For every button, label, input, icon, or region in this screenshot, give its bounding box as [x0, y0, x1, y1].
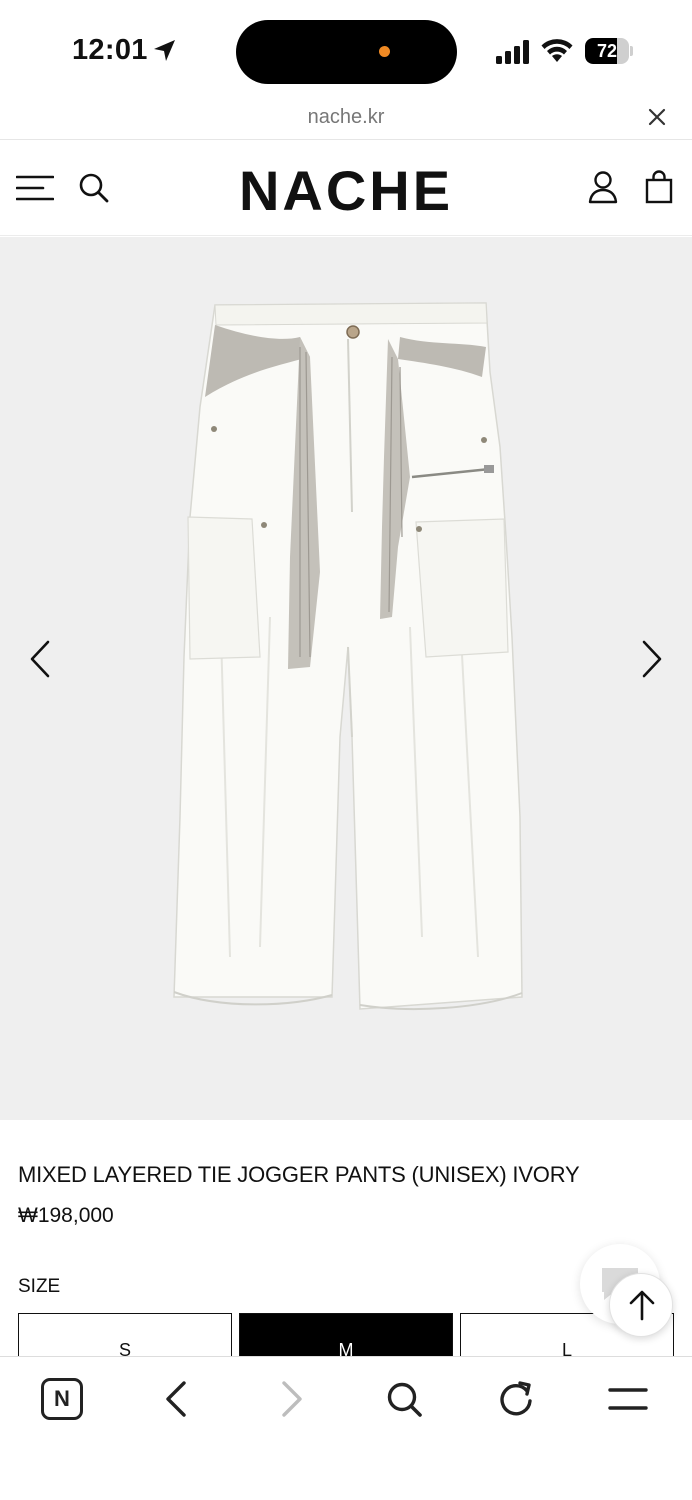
forward-icon[interactable] [270, 1377, 310, 1421]
scroll-to-top-button[interactable] [609, 1273, 673, 1337]
search-icon[interactable] [384, 1377, 424, 1421]
bag-icon[interactable] [645, 170, 673, 204]
back-icon[interactable] [158, 1377, 198, 1421]
cellular-signal-icon [496, 40, 529, 64]
previous-image-button[interactable] [26, 639, 54, 679]
user-icon[interactable] [588, 170, 618, 204]
recording-indicator [379, 46, 390, 57]
status-time: 12:01 [72, 34, 148, 66]
url-text[interactable]: nache.kr [0, 106, 692, 129]
product-image[interactable] [160, 297, 540, 1017]
next-image-button[interactable] [638, 639, 666, 679]
product-price: ₩198,000 [18, 1204, 114, 1227]
arrow-up-icon [629, 1290, 655, 1321]
size-label: SIZE [18, 1276, 61, 1297]
location-arrow-icon [154, 40, 175, 61]
site-header: NACHE [0, 140, 692, 236]
close-icon[interactable] [646, 106, 668, 128]
product-name: MIXED LAYERED TIE JOGGER PANTS (UNISEX) … [18, 1162, 580, 1187]
battery-body: 72 [585, 38, 629, 64]
dynamic-island [236, 20, 457, 84]
menu-icon[interactable] [608, 1377, 648, 1421]
status-bar: 12:01 72 [0, 0, 692, 96]
browser-toolbar: N [0, 1356, 692, 1500]
n-icon[interactable]: N [41, 1378, 83, 1420]
battery-percent: 72 [596, 41, 618, 61]
product-image-gallery[interactable] [0, 237, 692, 1120]
wifi-icon [541, 39, 573, 62]
battery-indicator: 72 [585, 38, 633, 64]
reload-icon[interactable] [496, 1377, 536, 1421]
url-bar[interactable]: nache.kr [0, 96, 692, 140]
battery-tip [630, 46, 633, 56]
